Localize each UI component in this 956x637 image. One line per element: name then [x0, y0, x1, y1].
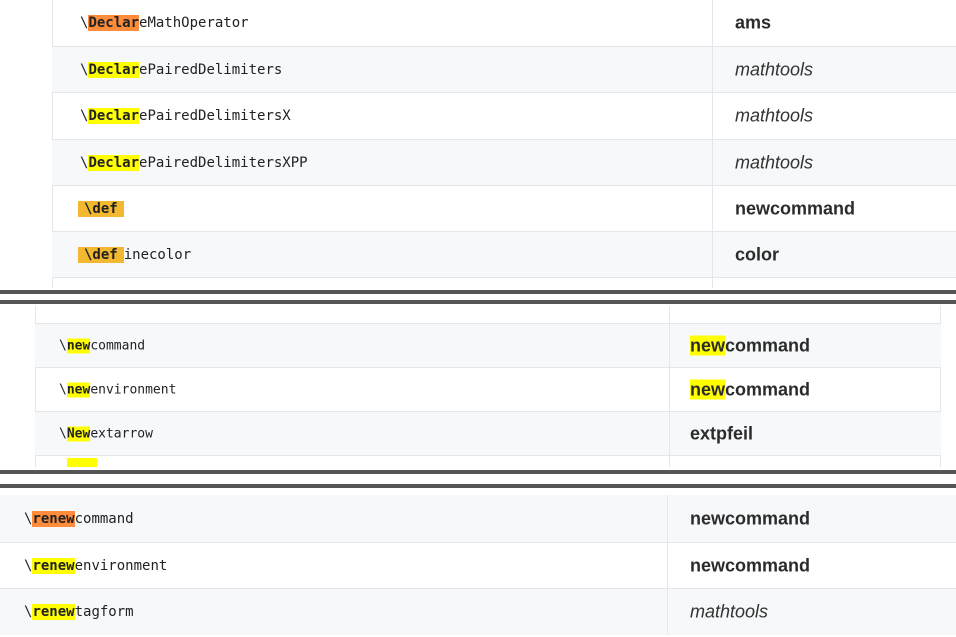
- command-name: \renewcommand: [24, 510, 134, 527]
- table-row: \DeclareMathOperator ams: [52, 0, 956, 47]
- table-row: \DeclarePairedDelimiters mathtools: [52, 47, 956, 93]
- package-name: newcommand: [690, 379, 811, 399]
- package-name: mathtools: [690, 601, 769, 622]
- table-row: \DeclarePairedDelimitersX mathtools: [52, 93, 956, 140]
- package-name: color: [735, 244, 780, 264]
- package-name: newcommand: [690, 508, 811, 528]
- command-name: \DeclarePairedDelimitersX: [80, 108, 291, 124]
- table-body: \renewcommand newcommand \renewenvironme…: [0, 493, 956, 637]
- command-name: \def inecolor: [78, 246, 191, 263]
- table-row: \renewenvironment newcommand: [0, 543, 956, 589]
- package-name: newcommand: [735, 198, 856, 218]
- package-name: mathtools: [735, 59, 814, 79]
- section-separator: [0, 467, 956, 493]
- table-body: \newcommand newcommand \newenvironment n…: [35, 306, 941, 468]
- table-section-declare: \DeclareMathOperator ams \DeclarePairedD…: [0, 0, 956, 290]
- command-name: \DeclarePairedDelimiters: [80, 61, 283, 78]
- table-section-renew: \renewcommand newcommand \renewenvironme…: [0, 493, 956, 637]
- table-row: \def inecolor color: [52, 232, 956, 278]
- command-name: \renewenvironment: [24, 557, 168, 574]
- section-separator: [0, 288, 956, 306]
- package-name: mathtools: [735, 152, 814, 172]
- command-name: \newcommand: [59, 338, 146, 353]
- table-section-new: \newcommand newcommand \newenvironment n…: [0, 306, 956, 468]
- command-name: \DeclarePairedDelimitersXPP: [80, 154, 308, 171]
- command-name: \DeclareMathOperator: [80, 15, 249, 31]
- package-name: extpfeil: [690, 423, 754, 443]
- package-name: newcommand: [690, 555, 811, 575]
- command-name: \renewtagform: [24, 604, 134, 620]
- command-name: \def: [78, 200, 124, 217]
- table-body: \DeclareMathOperator ams \DeclarePairedD…: [52, 0, 956, 290]
- table-row: \renewtagform mathtools: [0, 589, 956, 635]
- table-row: \DeclarePairedDelimitersXPP mathtools: [52, 140, 956, 186]
- table-row: \newcommand newcommand: [35, 324, 941, 368]
- command-name: \Newextarrow: [59, 426, 153, 441]
- table-row-partial: [35, 306, 941, 324]
- command-name: \newenvironment: [59, 382, 177, 397]
- package-name: mathtools: [735, 105, 814, 126]
- table-row: \newenvironment newcommand: [35, 368, 941, 412]
- table-row: \def newcommand: [52, 186, 956, 232]
- table-row: \renewcommand newcommand: [0, 495, 956, 543]
- table-row: \Newextarrow extpfeil: [35, 412, 941, 456]
- package-name: ams: [735, 12, 772, 33]
- package-name: newcommand: [690, 335, 811, 355]
